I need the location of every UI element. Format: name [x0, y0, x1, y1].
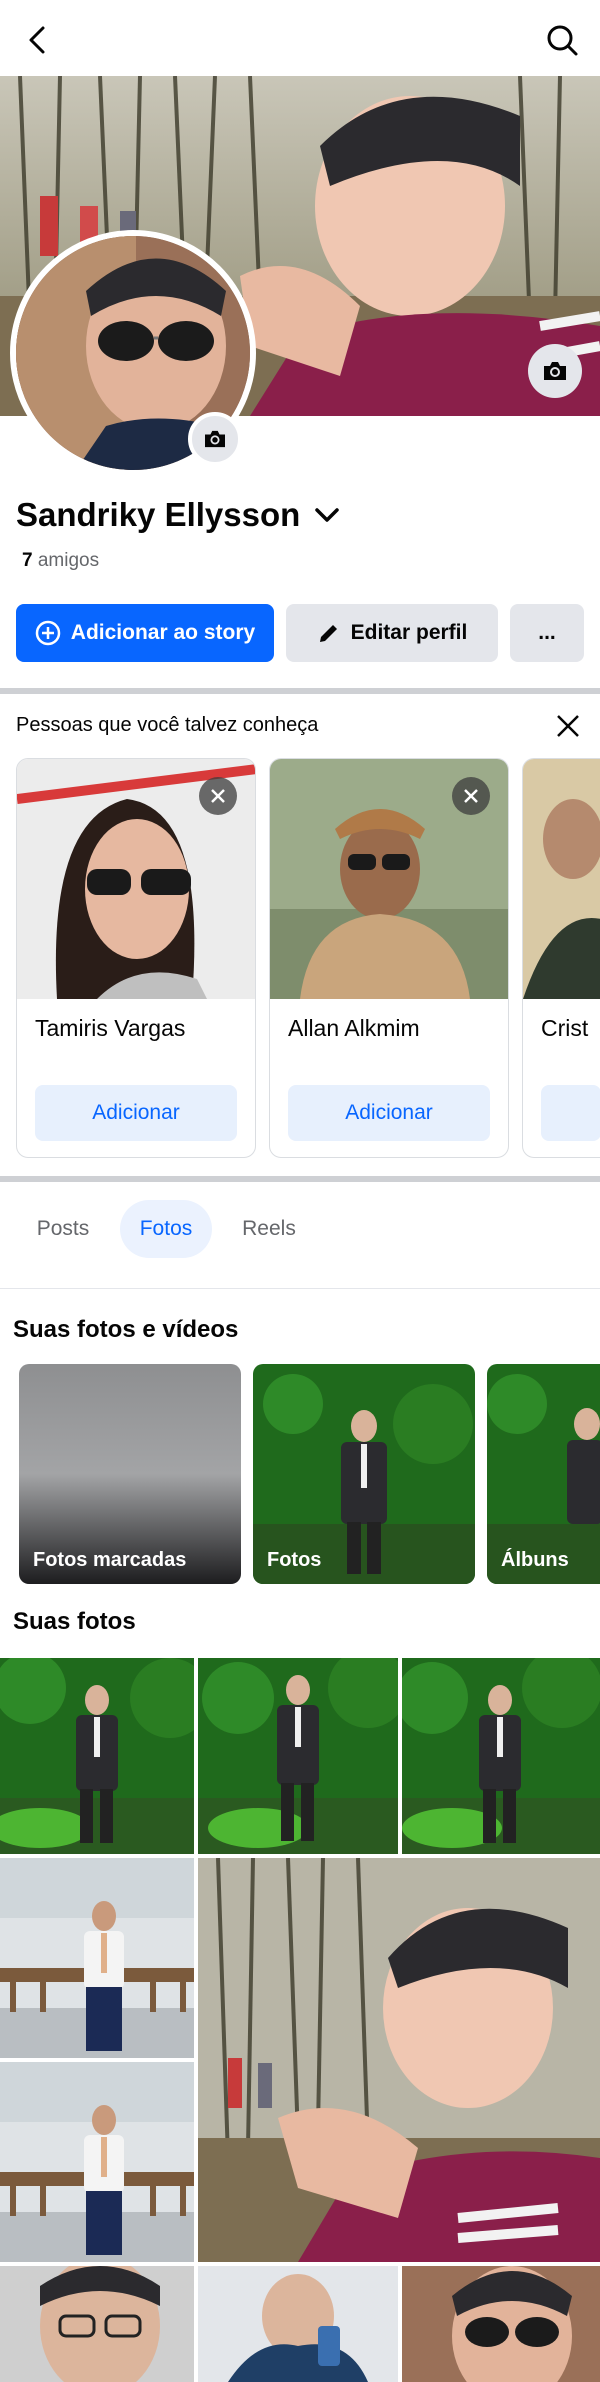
tabs-separator [0, 1288, 600, 1289]
top-bar [0, 0, 600, 76]
photo-thumbnail-large[interactable] [198, 1858, 600, 2262]
tab-posts[interactable]: Posts [20, 1200, 106, 1258]
more-options-label: ... [538, 621, 556, 644]
add-friend-button[interactable]: Adicionar [35, 1085, 237, 1141]
photo-thumbnail[interactable] [0, 2062, 194, 2262]
section-divider [0, 1176, 600, 1182]
photo-thumbnail[interactable] [198, 2266, 398, 2382]
pencil-icon [319, 625, 337, 642]
photo-thumbnail[interactable] [0, 1658, 194, 1854]
pymk-card[interactable]: Tamiris Vargas Adicionar [16, 758, 256, 1158]
tab-photos[interactable]: Fotos [120, 1200, 212, 1258]
dismiss-card-button[interactable] [452, 777, 490, 815]
camera-icon [544, 362, 566, 380]
camera-icon [205, 430, 225, 448]
back-arrow-icon[interactable] [18, 20, 58, 60]
plus-circle-icon [35, 620, 61, 646]
albums-tile[interactable]: Álbuns [487, 1364, 600, 1584]
cover-camera-button[interactable] [528, 344, 582, 398]
your-photos-title: Suas fotos [13, 1608, 136, 1635]
dismiss-card-button[interactable] [199, 777, 237, 815]
close-icon[interactable] [550, 708, 586, 744]
pymk-photo [270, 759, 508, 999]
photo-thumbnail[interactable] [0, 1858, 194, 2058]
tagged-photos-tile[interactable]: Fotos marcadas [19, 1364, 241, 1584]
friends-count[interactable]: 7 amigos [22, 550, 99, 572]
pymk-name[interactable]: Crist [541, 1015, 588, 1042]
add-to-story-button[interactable]: Adicionar ao story [16, 604, 274, 662]
tile-label: Fotos [267, 1549, 322, 1571]
close-icon [211, 789, 225, 803]
photo-thumbnail[interactable] [0, 2266, 194, 2382]
edit-profile-label: Editar perfil [350, 621, 468, 644]
friends-label: amigos [37, 550, 100, 571]
profile-tabs: Posts Fotos Reels [0, 1200, 600, 1262]
pymk-card[interactable]: Allan Alkmim Adicionar [269, 758, 509, 1158]
add-to-story-label: Adicionar ao story [70, 621, 256, 644]
add-friend-button[interactable]: Adicionar [288, 1085, 490, 1141]
friends-number: 7 [22, 550, 33, 571]
add-friend-button[interactable] [541, 1085, 600, 1141]
photos-tile[interactable]: Fotos [253, 1364, 475, 1584]
chevron-down-icon [315, 508, 340, 522]
photos-videos-title: Suas fotos e vídeos [13, 1316, 239, 1343]
profile-name: Sandriky Ellysson [16, 496, 301, 533]
pymk-card[interactable]: Crist [522, 758, 600, 1158]
section-divider [0, 688, 600, 694]
edit-profile-button[interactable]: Editar perfil [286, 604, 498, 662]
more-options-button[interactable]: ... [510, 604, 584, 662]
tab-reels[interactable]: Reels [226, 1200, 312, 1258]
pymk-photo [17, 759, 255, 999]
photo-thumbnail[interactable] [402, 1658, 600, 1854]
photo-thumbnail[interactable] [198, 1658, 398, 1854]
pymk-photo [523, 759, 600, 999]
tile-label: Fotos marcadas [33, 1549, 187, 1571]
pymk-title: Pessoas que você talvez conheça [16, 714, 319, 736]
pymk-name[interactable]: Tamiris Vargas [35, 1015, 185, 1042]
photo-thumbnail[interactable] [402, 2266, 600, 2382]
tile-label: Álbuns [501, 1549, 569, 1571]
close-icon [464, 789, 478, 803]
search-icon[interactable] [542, 20, 582, 60]
profile-name-row[interactable]: Sandriky Ellysson [16, 496, 340, 534]
pymk-name[interactable]: Allan Alkmim [288, 1015, 420, 1042]
avatar-camera-button[interactable] [188, 412, 242, 466]
